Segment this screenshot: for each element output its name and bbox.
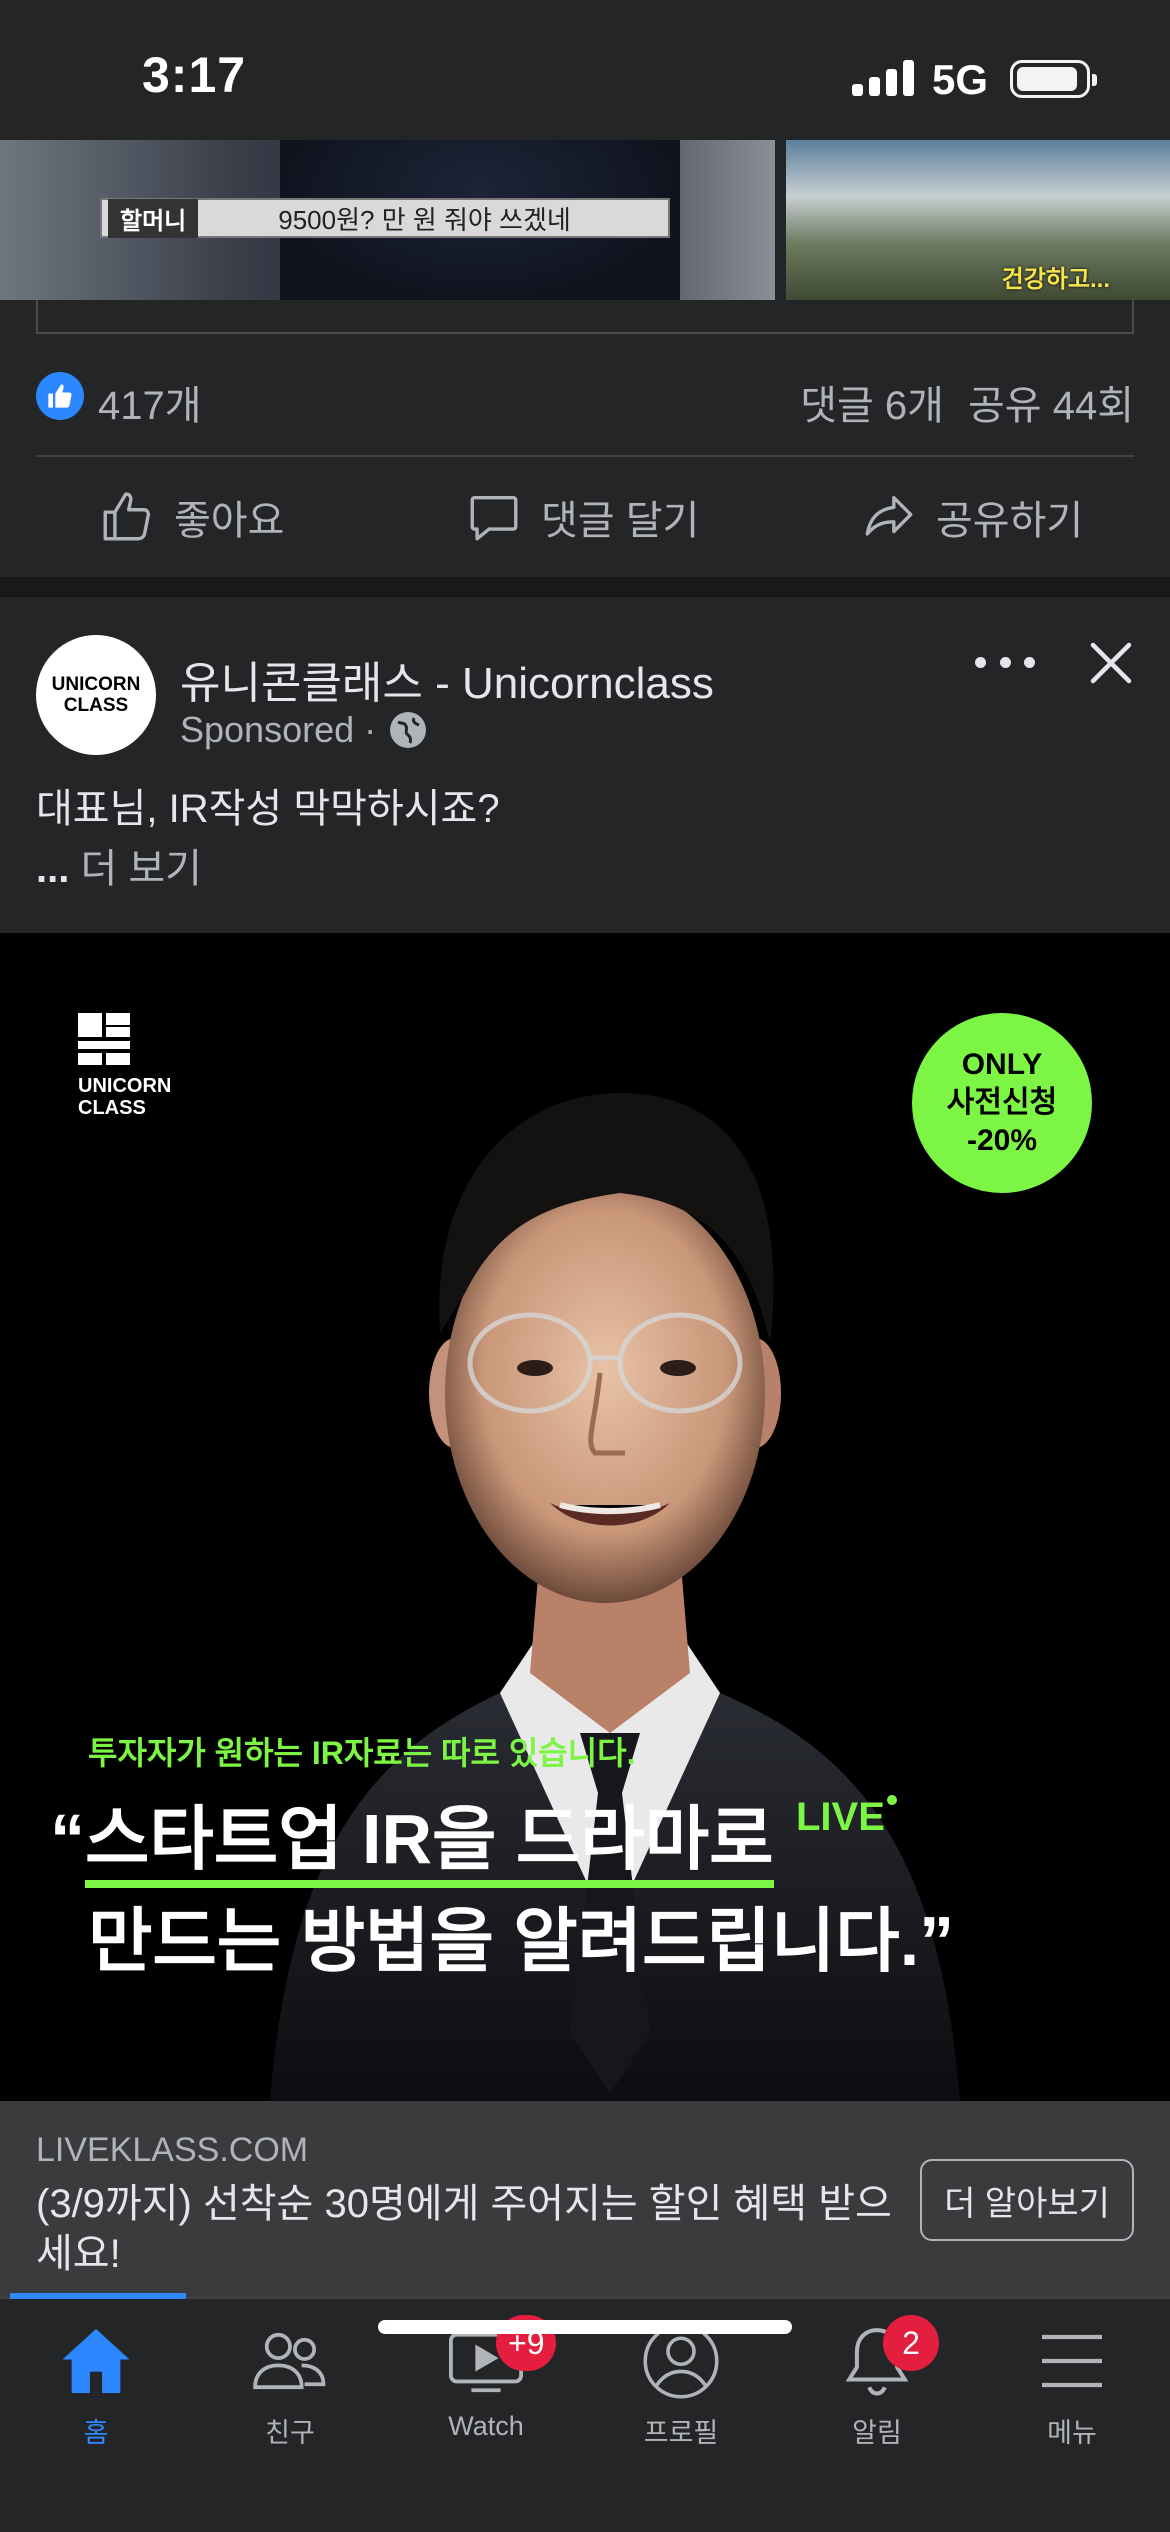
creative-headline-line1: “스타트업 IR을 드라마로 bbox=[50, 1783, 774, 1888]
ad-text: 대표님, IR작성 막막하시죠? bbox=[36, 787, 500, 831]
network-label: 5G bbox=[932, 56, 989, 103]
globe-icon bbox=[390, 712, 427, 748]
live-tag: LIVE bbox=[796, 1795, 897, 1839]
more-options-icon[interactable] bbox=[975, 652, 1035, 672]
like-reaction-icon[interactable] bbox=[36, 372, 84, 420]
see-more-link[interactable]: ... 더 보기 bbox=[36, 839, 202, 899]
ad-cta-block[interactable]: LIVEKLASS.COM (3/9까지) 선착순 30명에게 주어지는 할인 … bbox=[0, 2101, 1170, 2297]
badge-line1: ONLY bbox=[961, 1048, 1043, 1081]
creative-headline-line2: 만드는 방법을 알려드립니다.” bbox=[88, 1902, 955, 1980]
tab-watch[interactable]: +9 Watch bbox=[406, 2315, 566, 2442]
logo-mark-icon bbox=[78, 1013, 130, 1065]
sponsored-text: Sponsored · bbox=[180, 709, 377, 750]
comment-button[interactable]: 댓글 달기 bbox=[465, 488, 699, 546]
thumbs-up-icon bbox=[103, 492, 151, 541]
tab-notifications-label: 알림 bbox=[852, 2418, 902, 2448]
video-thumbnail-right[interactable]: 건강하고... bbox=[786, 140, 1170, 300]
tab-friends-label: 친구 bbox=[265, 2418, 315, 2448]
store-caption: 건강하고... bbox=[1001, 266, 1110, 293]
sponsored-label: Sponsored · bbox=[180, 709, 427, 751]
notifications-badge: 2 bbox=[883, 2315, 939, 2371]
signal-icon bbox=[852, 60, 914, 96]
like-button[interactable]: 좋아요 bbox=[98, 488, 284, 546]
bell-icon: 2 bbox=[837, 2315, 939, 2401]
avatar-text-line2: CLASS bbox=[63, 695, 129, 716]
friends-icon bbox=[250, 2321, 330, 2401]
subtitle-speaker: 할머니 bbox=[108, 198, 199, 238]
subtitle-text: 9500원? 만 원 줘야 쓰겠네 bbox=[278, 204, 571, 235]
page-avatar[interactable]: UNICORN CLASS bbox=[36, 635, 156, 755]
ellipsis: ... bbox=[36, 847, 70, 891]
logo-text-line2: CLASS bbox=[78, 1097, 146, 1119]
comment-icon bbox=[470, 495, 518, 541]
status-bar: 3:17 5G bbox=[0, 0, 1170, 140]
video-subtitle: 할머니 9500원? 만 원 줘야 쓰겠네 bbox=[100, 198, 670, 238]
menu-icon bbox=[1032, 2321, 1112, 2401]
battery-icon bbox=[1010, 60, 1097, 98]
sponsored-post: UNICORN CLASS 유니콘클래스 - Unicornclass Spon… bbox=[0, 597, 1170, 2297]
headline-highlight: 스타트업 IR을 드라마로 bbox=[85, 1800, 774, 1888]
logo-text-line1: UNICORN bbox=[78, 1075, 172, 1097]
ad-domain: LIVEKLASS.COM bbox=[36, 2131, 309, 2169]
tab-home-label: 홈 bbox=[83, 2418, 109, 2448]
divider bbox=[36, 455, 1134, 457]
tab-notifications[interactable]: 2 알림 bbox=[797, 2315, 957, 2450]
creative-tagline: 투자자가 원하는 IR자료는 따로 있습니다. bbox=[88, 1735, 636, 1771]
like-count[interactable]: 417개 bbox=[98, 373, 202, 431]
close-icon[interactable] bbox=[1085, 637, 1137, 689]
avatar-text-line1: UNICORN bbox=[51, 674, 141, 695]
share-icon bbox=[865, 495, 913, 536]
ad-creative-image[interactable]: UNICORN CLASS ONLY 사전신청 -20% 투자자가 원하는 IR… bbox=[0, 933, 1170, 2101]
tab-friends[interactable]: 친구 bbox=[210, 2321, 370, 2450]
home-indicator bbox=[378, 2320, 792, 2334]
see-more-label: 더 보기 bbox=[80, 847, 202, 891]
tab-watch-label: Watch bbox=[448, 2411, 524, 2441]
quote-mark: “ bbox=[50, 1800, 85, 1878]
comment-label: 댓글 달기 bbox=[541, 499, 700, 543]
status-time: 3:17 bbox=[142, 47, 247, 103]
post-separator bbox=[0, 577, 1170, 597]
share-button[interactable]: 공유하기 bbox=[860, 488, 1083, 546]
tab-profile-label: 프로필 bbox=[643, 2418, 719, 2448]
page-name[interactable]: 유니콘클래스 - Unicornclass bbox=[180, 647, 714, 711]
share-label: 공유하기 bbox=[936, 499, 1084, 543]
reactions-row: 417개 댓글 6개 공유 44회 bbox=[36, 365, 1134, 428]
tab-home[interactable]: 홈 bbox=[16, 2321, 176, 2450]
video-thumbnail-left[interactable]: 할머니 9500원? 만 원 줘야 쓰겠네 bbox=[0, 140, 775, 300]
badge-line3: -20% bbox=[966, 1124, 1038, 1157]
previous-post-media[interactable]: 할머니 9500원? 만 원 줘야 쓰겠네 건강하고... bbox=[0, 140, 1170, 300]
share-count[interactable]: 공유 44회 bbox=[968, 384, 1134, 428]
post-action-bar: 좋아요 댓글 달기 공유하기 bbox=[0, 470, 1170, 565]
tab-profile[interactable]: 프로필 bbox=[601, 2321, 761, 2450]
comment-count[interactable]: 댓글 6개 bbox=[800, 384, 944, 428]
active-tab-indicator bbox=[10, 2293, 186, 2299]
home-icon bbox=[56, 2321, 136, 2401]
media-frame bbox=[36, 300, 1134, 334]
unicorn-class-logo: UNICORN CLASS bbox=[78, 1013, 171, 1119]
learn-more-button[interactable]: 더 알아보기 bbox=[920, 2159, 1134, 2241]
tab-menu-label: 메뉴 bbox=[1047, 2418, 1097, 2448]
tab-menu[interactable]: 메뉴 bbox=[992, 2321, 1152, 2450]
like-label: 좋아요 bbox=[174, 499, 285, 543]
ad-headline: (3/9까지) 선착순 30명에게 주어지는 할인 혜택 받으세요! bbox=[36, 2182, 892, 2276]
